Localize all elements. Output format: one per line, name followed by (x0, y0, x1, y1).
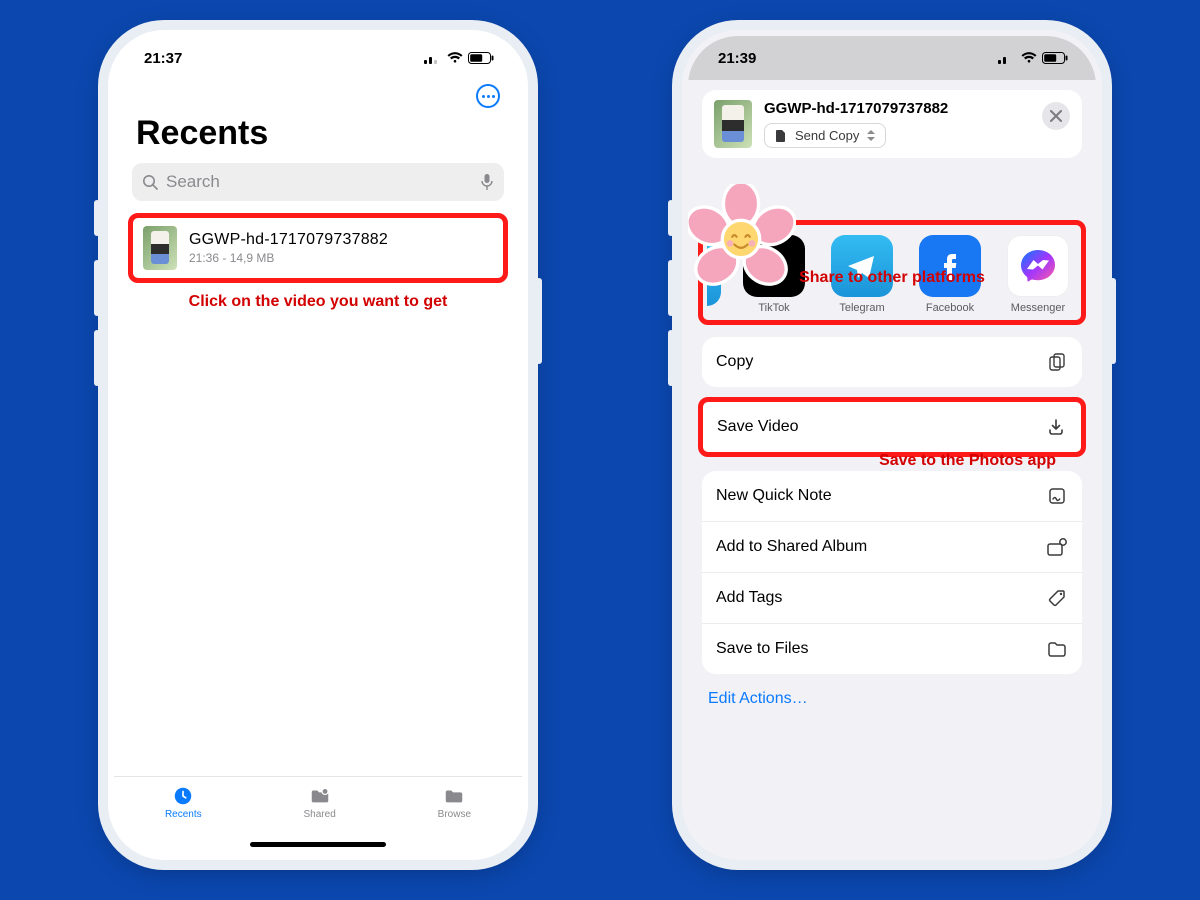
share-label: Telegram (839, 302, 884, 314)
side-button (94, 200, 100, 236)
status-time: 21:37 (144, 50, 182, 67)
cellular-icon (424, 52, 442, 64)
tab-recents[interactable]: Recents (165, 785, 202, 820)
battery-icon (468, 52, 494, 64)
tab-label: Recents (165, 809, 202, 820)
side-button (1110, 278, 1116, 364)
quick-note-icon (1046, 485, 1068, 507)
tag-icon (1046, 587, 1068, 609)
action-label: Copy (716, 353, 753, 371)
file-row[interactable]: GGWP-hd-1717079737882 21:36 - 14,9 MB (128, 213, 508, 283)
action-list-top: Copy (702, 337, 1082, 387)
copy-icon (1046, 351, 1068, 373)
action-new-quick-note[interactable]: New Quick Note (702, 471, 1082, 521)
send-copy-label: Send Copy (795, 128, 859, 143)
file-thumbnail (714, 100, 752, 148)
action-label: Save to Files (716, 640, 808, 658)
annotation-save: Save to the Photos app (879, 452, 1056, 470)
messenger-icon (1007, 235, 1069, 297)
action-add-shared-album[interactable]: Add to Shared Album (702, 521, 1082, 572)
more-options-button[interactable] (476, 84, 500, 108)
folder-icon (1046, 638, 1068, 660)
annotation-share: Share to other platforms (688, 269, 1096, 287)
action-copy[interactable]: Copy (702, 337, 1082, 387)
clock-icon (170, 785, 196, 807)
microphone-icon[interactable] (480, 173, 494, 191)
tab-label: Shared (304, 809, 336, 820)
search-icon (142, 174, 158, 190)
document-icon (775, 129, 787, 143)
header-actions (114, 80, 522, 108)
share-file-name: GGWP-hd-1717079737882 (764, 100, 1070, 117)
share-label: Facebook (926, 302, 974, 314)
close-icon (1050, 110, 1062, 122)
action-add-tags[interactable]: Add Tags (702, 572, 1082, 623)
shared-album-icon (1046, 536, 1068, 558)
tab-label: Browse (438, 809, 471, 820)
action-label: New Quick Note (716, 487, 832, 505)
file-thumbnail (143, 226, 177, 270)
side-button (94, 330, 100, 386)
search-placeholder: Search (166, 172, 472, 192)
action-save-video[interactable]: Save Video (703, 402, 1081, 452)
page-title: Recents (114, 108, 522, 163)
save-video-highlight: Save Video (698, 397, 1086, 457)
close-button[interactable] (1042, 102, 1070, 130)
action-label: Add Tags (716, 589, 782, 607)
send-copy-selector[interactable]: Send Copy (764, 123, 886, 148)
edit-actions-label: Edit Actions… (708, 690, 808, 707)
folder-shared-icon (307, 785, 333, 807)
file-name: GGWP-hd-1717079737882 (189, 231, 388, 249)
status-bar: 21:37 (114, 36, 522, 80)
edit-actions-link[interactable]: Edit Actions… (688, 674, 1096, 708)
side-button (94, 260, 100, 316)
search-input[interactable]: Search (132, 163, 504, 201)
download-icon (1045, 416, 1067, 438)
tab-browse[interactable]: Browse (438, 785, 471, 820)
side-button (668, 330, 674, 386)
wifi-icon (447, 52, 463, 64)
action-save-to-files[interactable]: Save to Files (702, 623, 1082, 674)
phone-right: 21:39 GGWP-hd-1717079737882 Send Copy (682, 30, 1102, 860)
side-button (668, 200, 674, 236)
battery-icon (1042, 52, 1068, 64)
action-label: Save Video (717, 418, 799, 436)
status-time: 21:39 (718, 50, 756, 67)
cellular-icon (998, 52, 1016, 64)
status-bar: 21:39 (688, 36, 1096, 80)
side-button (668, 260, 674, 316)
tab-shared[interactable]: Shared (304, 785, 336, 820)
annotation-text: Click on the video you want to get (114, 293, 522, 311)
telegram-icon (831, 235, 893, 297)
facebook-icon (919, 235, 981, 297)
share-label: Messenger (1011, 302, 1065, 314)
side-button (536, 278, 542, 364)
file-meta: 21:36 - 14,9 MB (189, 251, 388, 265)
folder-icon (441, 785, 467, 807)
share-label: TikTok (758, 302, 789, 314)
action-list: New Quick Note Add to Shared Album Add T… (702, 471, 1082, 674)
wifi-icon (1021, 52, 1037, 64)
action-label: Add to Shared Album (716, 538, 867, 556)
share-sheet-header: GGWP-hd-1717079737882 Send Copy (702, 90, 1082, 158)
phone-left: 21:37 Recents Search GGWP-hd-17170797378… (108, 30, 528, 860)
home-indicator[interactable] (250, 842, 386, 847)
chevron-updown-icon (867, 130, 875, 141)
